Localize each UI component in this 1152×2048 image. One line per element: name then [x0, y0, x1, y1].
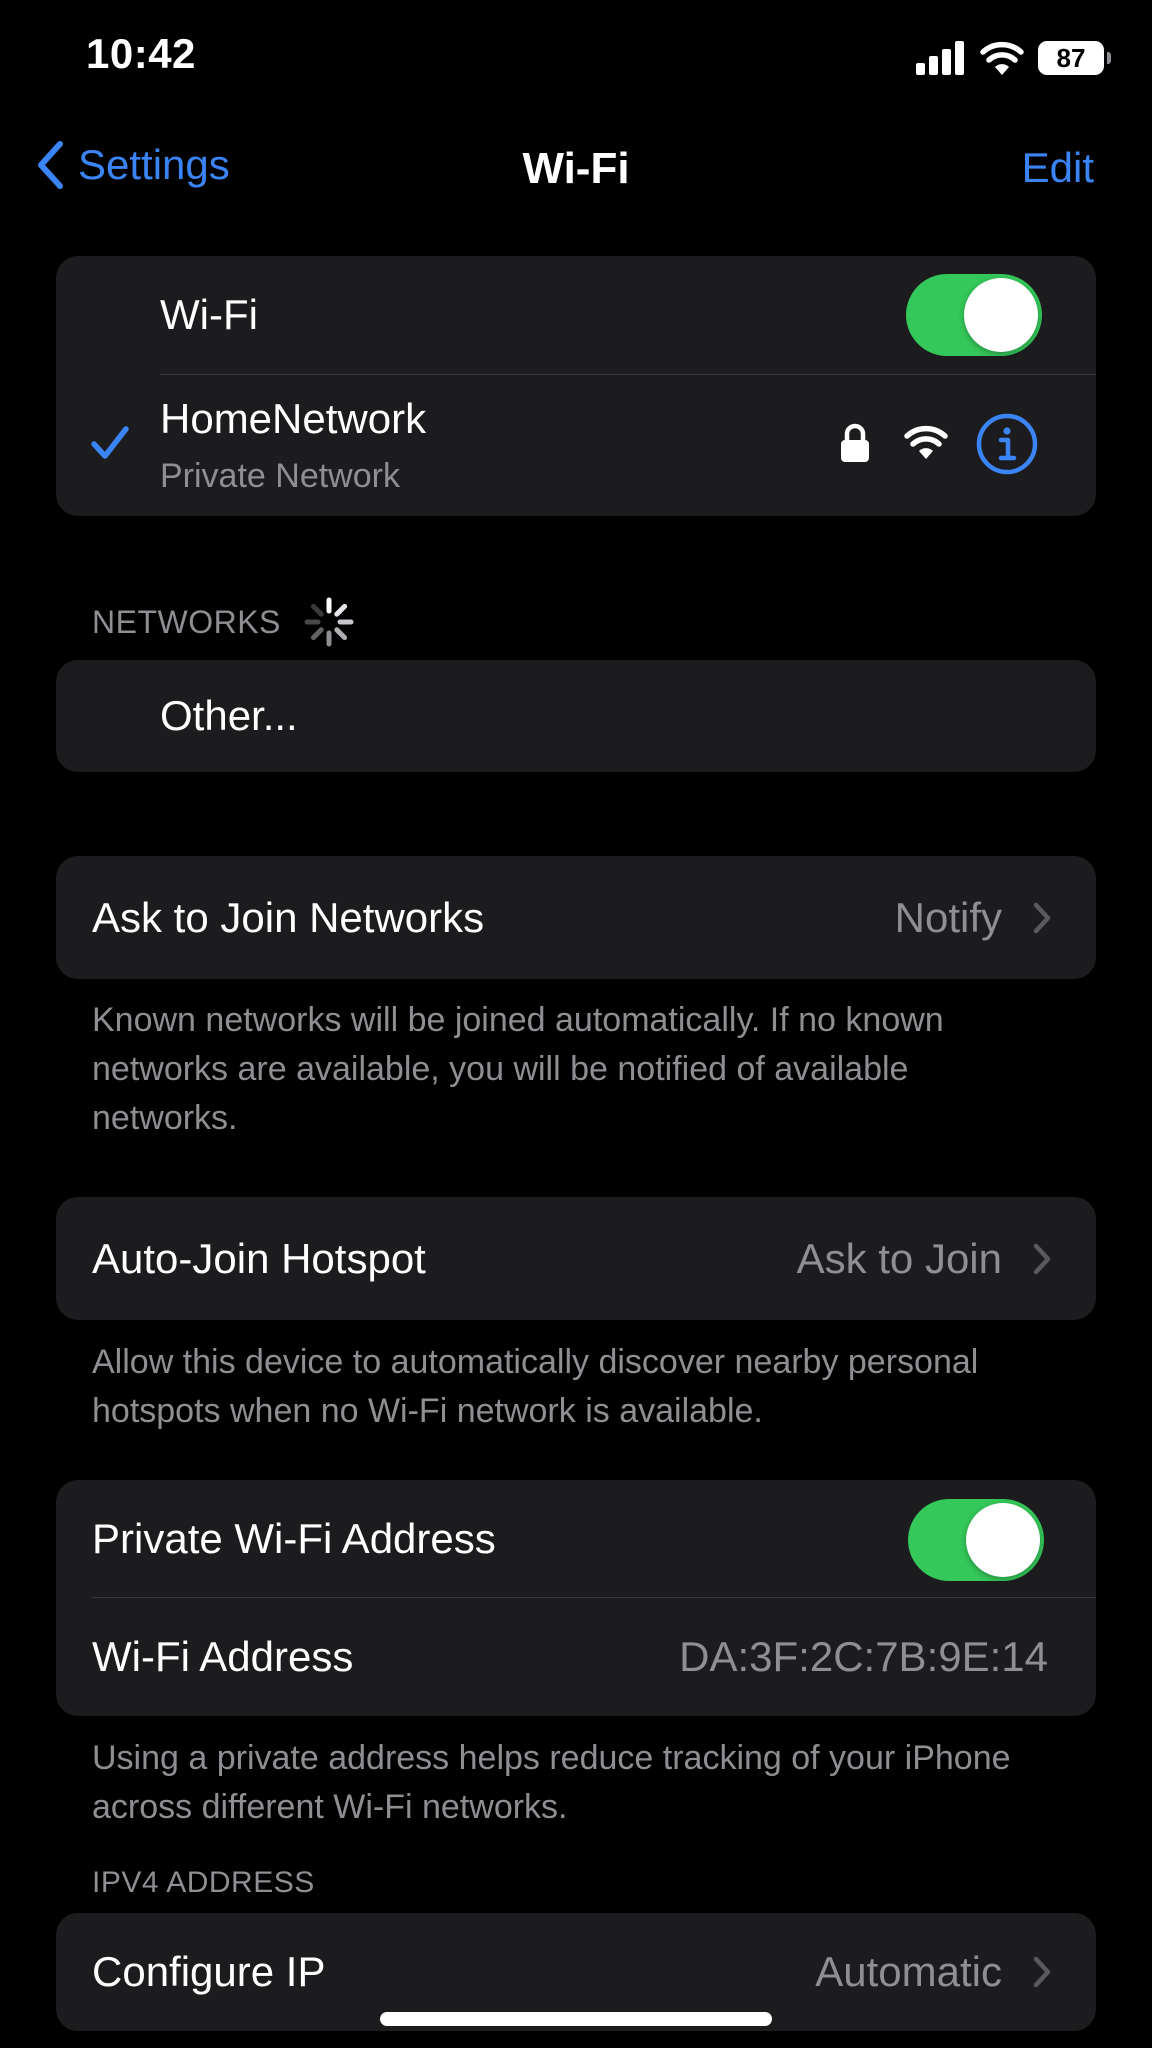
wifi-label: Wi-Fi: [160, 291, 258, 338]
wifi-group: Wi-Fi HomeNetwork Private Network: [56, 256, 1096, 516]
configure-ip-value: Automatic: [815, 1948, 1002, 1995]
edit-button[interactable]: Edit: [1022, 144, 1094, 192]
other-network-label: Other...: [160, 692, 298, 739]
loading-spinner-icon: [304, 597, 354, 647]
private-address-label: Private Wi-Fi Address: [92, 1514, 496, 1562]
page-title: Wi-Fi: [522, 144, 630, 193]
configure-ip-label: Configure IP: [92, 1948, 326, 1995]
wifi-status-icon: [980, 41, 1024, 75]
auto-join-hotspot-value: Ask to Join: [796, 1234, 1002, 1282]
private-address-group: Private Wi-Fi Address Wi-Fi Address DA:3…: [56, 1480, 1096, 1716]
private-address-row: Private Wi-Fi Address: [56, 1480, 1096, 1597]
home-indicator[interactable]: [380, 2012, 772, 2026]
ask-to-join-value: Notify: [894, 893, 1002, 941]
networks-header: NETWORKS: [92, 596, 355, 648]
cellular-signal-icon: [916, 41, 964, 75]
wifi-strength-icon: [904, 425, 948, 459]
status-time: 10:42: [86, 30, 196, 77]
ask-to-join-footer: Known networks will be joined automatica…: [92, 1001, 944, 1137]
auto-join-hotspot-row[interactable]: Auto-Join Hotspot Ask to Join: [56, 1197, 1096, 1320]
wifi-settings-screen: 10:42 87 Settings Wi-Fi Edit Wi-Fi HomeN…: [0, 0, 1152, 2048]
navigation-bar: Settings Wi-Fi Edit: [0, 130, 1152, 210]
private-address-footer: Using a private address helps reduce tra…: [92, 1739, 1011, 1826]
ask-to-join-group: Ask to Join Networks Notify: [56, 856, 1096, 979]
ask-to-join-label: Ask to Join Networks: [92, 893, 485, 941]
status-bar: 10:42 87: [0, 0, 1152, 110]
chevron-right-icon: [1033, 902, 1051, 933]
auto-join-hotspot-label: Auto-Join Hotspot: [92, 1234, 426, 1282]
network-subtitle: Private Network: [160, 457, 400, 495]
wifi-toggle-row: Wi-Fi: [56, 256, 1096, 374]
network-name: HomeNetwork: [160, 395, 427, 442]
other-network-row[interactable]: Other...: [56, 660, 1096, 772]
wifi-address-label: Wi-Fi Address: [92, 1633, 354, 1680]
private-address-toggle[interactable]: [908, 1499, 1044, 1581]
ask-to-join-row[interactable]: Ask to Join Networks Notify: [56, 856, 1096, 979]
info-icon[interactable]: [976, 413, 1038, 475]
wifi-toggle[interactable]: [906, 274, 1042, 356]
status-icons: 87: [916, 36, 1111, 80]
chevron-right-icon: [1033, 1956, 1051, 1988]
checkmark-icon: [91, 426, 129, 459]
wifi-address-value: DA:3F:2C:7B:9E:14: [679, 1633, 1048, 1680]
auto-join-hotspot-group: Auto-Join Hotspot Ask to Join: [56, 1197, 1096, 1320]
wifi-address-row: Wi-Fi Address DA:3F:2C:7B:9E:14: [56, 1598, 1096, 1716]
ipv4-header: IPV4 ADDRESS: [92, 1866, 315, 1899]
networks-group: Other...: [56, 660, 1096, 772]
chevron-right-icon: [1033, 1243, 1051, 1274]
networks-header-label: NETWORKS: [92, 603, 281, 640]
lock-icon: [841, 423, 869, 462]
private-address-toggle-knob: [966, 1503, 1040, 1577]
battery-icon: 87: [1038, 41, 1111, 75]
battery-level: 87: [1056, 42, 1086, 73]
auto-join-hotspot-footer: Allow this device to automatically disco…: [92, 1343, 979, 1430]
connected-network-row[interactable]: HomeNetwork Private Network: [56, 375, 1096, 516]
wifi-toggle-knob: [964, 278, 1038, 352]
